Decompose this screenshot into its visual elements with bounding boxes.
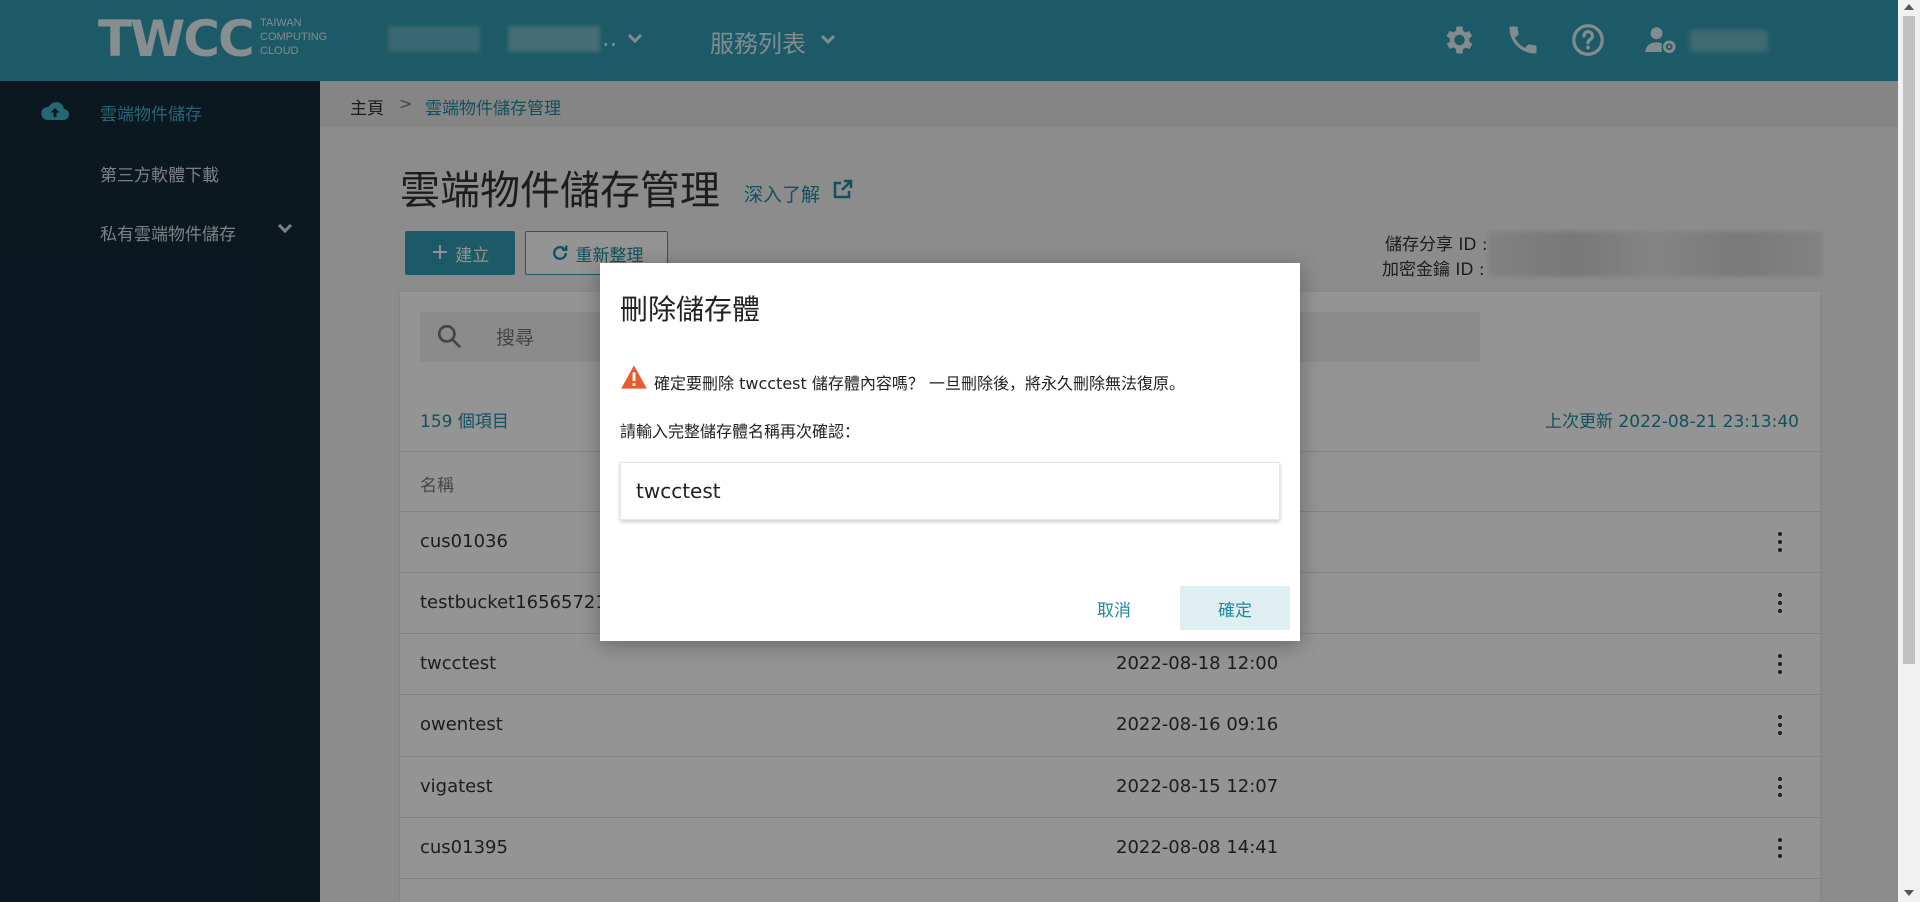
- scroll-down-icon[interactable]: [1904, 890, 1914, 896]
- warning-icon: [621, 365, 647, 389]
- dialog-prompt: 請輸入完整儲存體名稱再次確認：: [620, 422, 861, 441]
- dialog-title: 刪除儲存體: [620, 293, 761, 326]
- confirm-button[interactable]: 確定: [1180, 586, 1290, 630]
- confirm-bucket-name-input[interactable]: [620, 462, 1280, 520]
- scroll-up-icon[interactable]: [1904, 4, 1914, 10]
- scrollbar-thumb[interactable]: [1903, 16, 1915, 664]
- cancel-button[interactable]: 取消: [1082, 586, 1146, 630]
- dialog-warning-text: 確定要刪除 twcctest 儲存體內容嗎？ 一旦刪除後，將永久刪除無法復原。: [654, 374, 1185, 393]
